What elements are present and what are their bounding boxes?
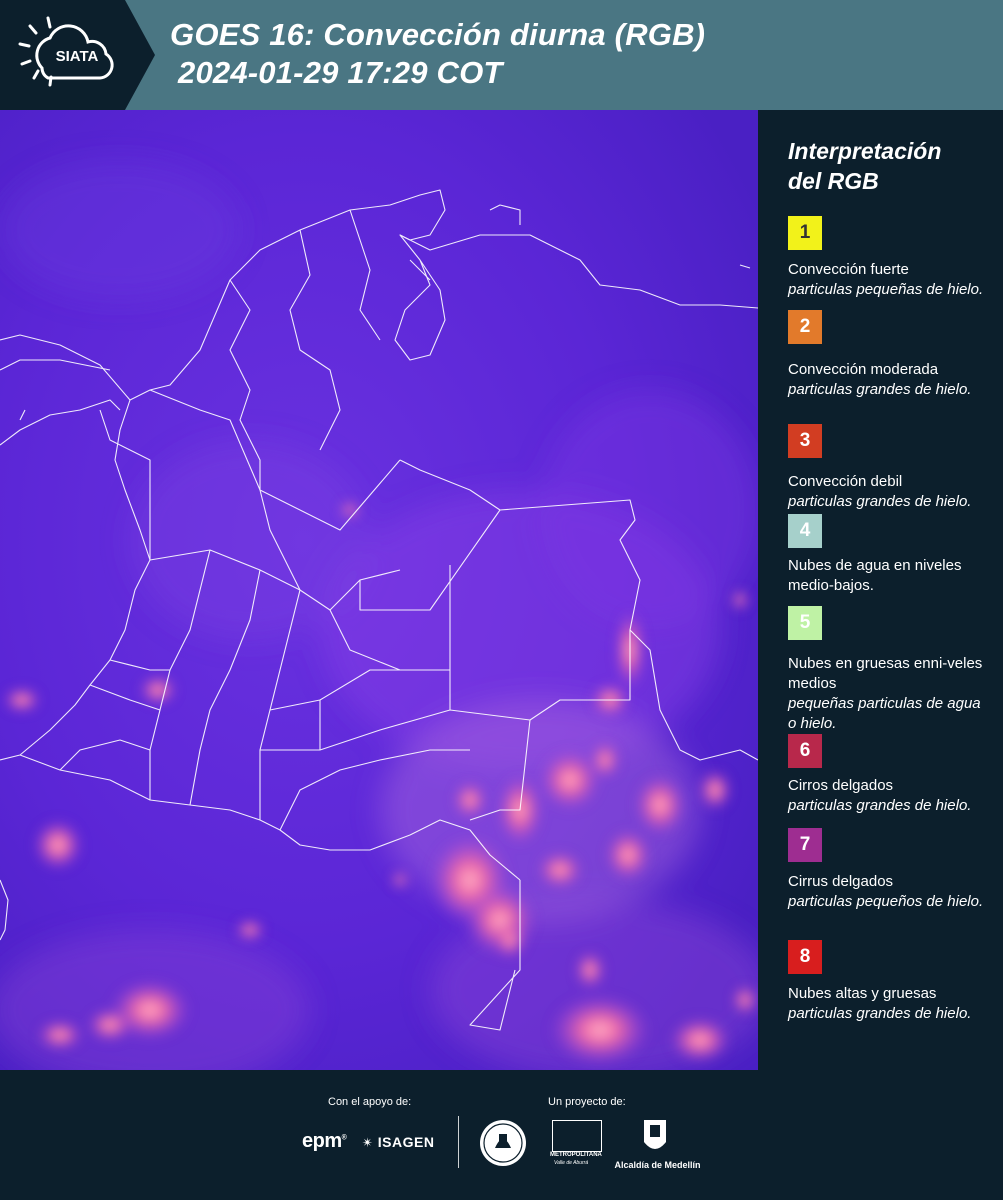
legend-title-line-2: del RGB: [788, 168, 879, 194]
legend-swatch-4: 4: [788, 514, 822, 548]
legend-item-6: 6 Cirros delgados particulas grandes de …: [788, 734, 993, 816]
legend-item-desc: particulas grandes de hielo.: [788, 381, 972, 398]
area-metropolitana-logo: METROPOLITANA Valle de Aburrá: [550, 1120, 602, 1168]
legend-item-8: 8 Nubes altas y gruesas particulas grand…: [788, 940, 993, 1024]
alcaldia-text: Alcaldía de Medellín: [614, 1160, 701, 1170]
footer-divider: [458, 1116, 459, 1168]
legend-item-desc: pequeñas particulas de agua o hielo.: [788, 695, 981, 732]
area-line-2: Valle de Aburrá: [554, 1160, 589, 1166]
alcaldia-logo: Alcaldía de Medellín: [610, 1118, 705, 1170]
legend-swatch-2: 2: [788, 310, 822, 344]
legend-swatch-8: 8: [788, 940, 822, 974]
title-line-1: GOES 16: Convección diurna (RGB): [170, 17, 706, 52]
legend-item-name: Cirrus delgados: [788, 873, 894, 890]
isagen-logo: ✴ ISAGEN: [362, 1134, 435, 1150]
legend-item-desc: particulas grandes de hielo.: [788, 493, 972, 510]
legend-panel: Interpretación del RGB 1 Convección fuer…: [758, 110, 1003, 1070]
legend-item-3: 3 Convección debil particulas grandes de…: [788, 424, 993, 512]
legend-title-line-1: Interpretación: [788, 138, 942, 164]
legend-item-name: Convección fuerte: [788, 261, 909, 278]
legend-item-desc: particulas grandes de hielo.: [788, 797, 972, 814]
legend-swatch-1: 1: [788, 216, 822, 250]
legend-item-desc: particulas pequeñas de hielo.: [788, 281, 984, 298]
legend-item-name: Nubes altas y gruesas: [788, 985, 937, 1002]
legend-item-2: 2 Convección moderada particulas grandes…: [788, 310, 993, 400]
header-bar: SIATA GOES 16: Convección diurna (RGB) 2…: [0, 0, 1003, 110]
legend-swatch-6: 6: [788, 734, 822, 768]
legend-item-7: 7 Cirrus delgados particulas pequeños de…: [788, 828, 993, 912]
epm-logo: epm®: [302, 1130, 347, 1152]
svg-text:SIATA: SIATA: [56, 48, 99, 65]
legend-item-name: Nubes de agua en niveles medio-bajos.: [788, 557, 962, 594]
legend-item-4: 4 Nubes de agua en niveles medio-bajos.: [788, 514, 993, 596]
isagen-mark-icon: ✴: [362, 1135, 374, 1150]
legend-item-1: 1 Convección fuerte particulas pequeñas …: [788, 216, 993, 300]
footer: Con el apoyo de: Un proyecto de: epm® ✴ …: [0, 1070, 1003, 1200]
legend-title: Interpretación del RGB: [788, 136, 941, 196]
page-title: GOES 16: Convección diurna (RGB) 2024-01…: [170, 16, 705, 92]
legend-item-5: 5 Nubes en gruesas enni-veles medios peq…: [788, 606, 993, 734]
legend-item-desc: particulas pequeños de hielo.: [788, 893, 984, 910]
area-line-1: METROPOLITANA: [550, 1152, 602, 1158]
legend-swatch-7: 7: [788, 828, 822, 862]
support-label: Con el apoyo de:: [328, 1096, 412, 1108]
satellite-map: [0, 110, 758, 1070]
legend-item-name: Convección moderada: [788, 361, 939, 378]
legend-item-desc: particulas grandes de hielo.: [788, 1005, 972, 1022]
area-script-text: [552, 1120, 602, 1152]
alcaldia-shield-icon: [644, 1120, 666, 1149]
legend-item-name: Cirros delgados: [788, 777, 894, 794]
legend-item-name: Convección debil: [788, 473, 903, 490]
legend-item-name: Nubes en gruesas enni-veles medios: [788, 655, 983, 692]
legend-swatch-3: 3: [788, 424, 822, 458]
title-line-2: 2024-01-29 17:29 COT: [178, 55, 503, 90]
project-label: Un proyecto de:: [548, 1096, 626, 1108]
legend-swatch-5: 5: [788, 606, 822, 640]
siata-logo: SIATA: [0, 0, 155, 110]
seal-logo: [478, 1118, 528, 1173]
